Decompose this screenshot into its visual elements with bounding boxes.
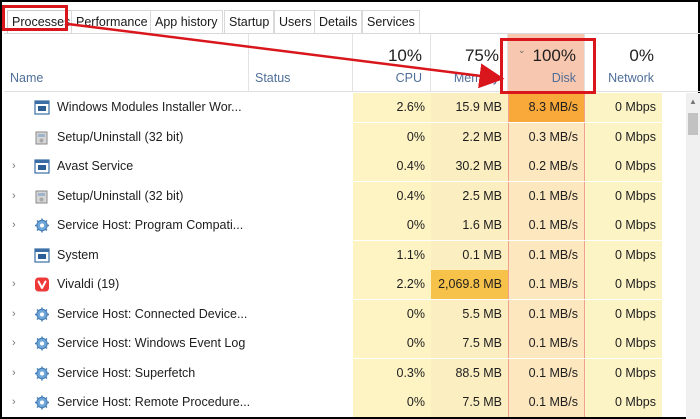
annotation-arrow xyxy=(67,22,505,89)
